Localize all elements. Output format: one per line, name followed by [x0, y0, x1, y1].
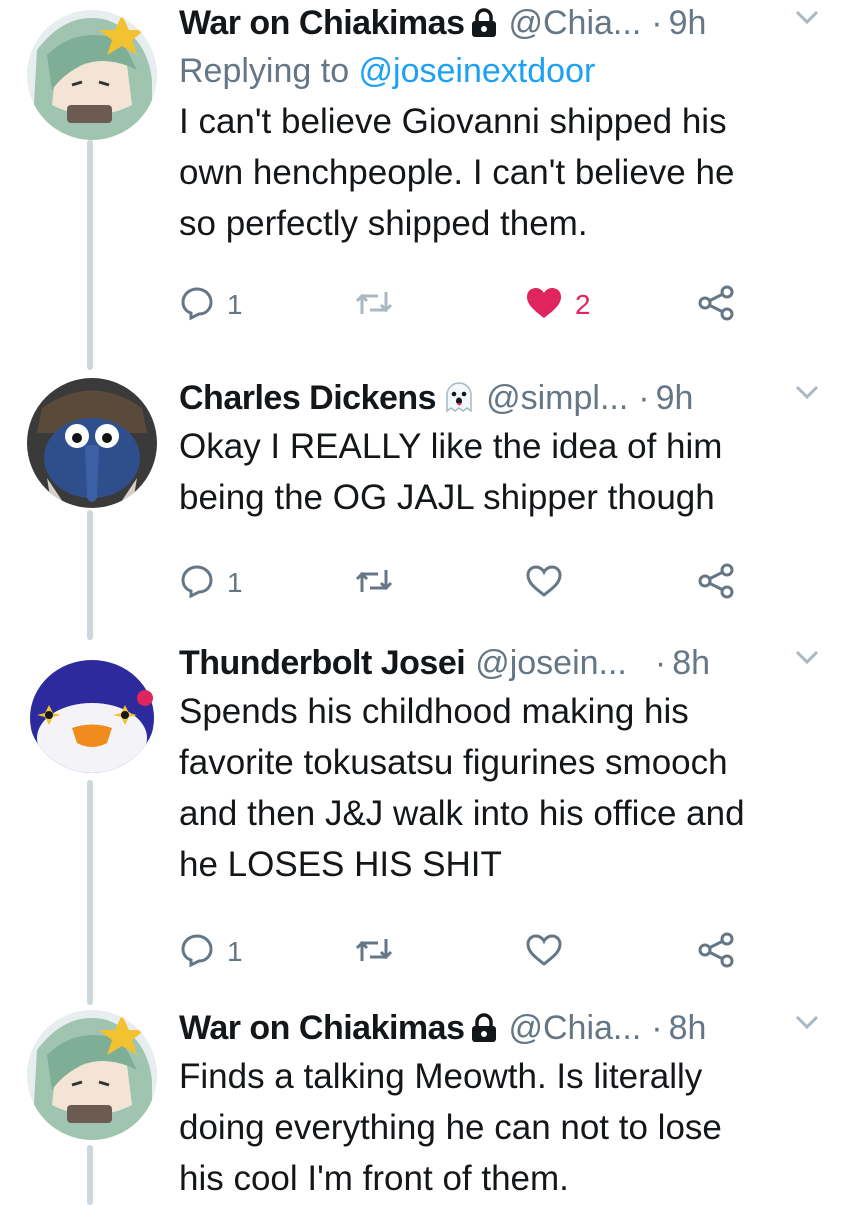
retweet-icon — [354, 935, 394, 970]
lock-icon — [470, 8, 498, 38]
author-handle[interactable]: @Chia... — [508, 1009, 641, 1048]
author-name[interactable]: Thunderbolt Josei — [179, 644, 466, 683]
tweet-header: Thunderbolt Josei @josein... · 8h — [179, 640, 824, 686]
retweet-button[interactable] — [354, 922, 406, 982]
share-button[interactable] — [697, 275, 735, 335]
tweet-text: Okay I REALLY like the idea of him being… — [179, 427, 723, 517]
timestamp[interactable]: 9h — [669, 4, 707, 43]
share-icon — [697, 285, 735, 326]
chevron-down-icon[interactable] — [794, 383, 820, 406]
reply-button[interactable]: 1 — [179, 553, 243, 613]
tweet-text: I can't believe Giovanni shipped his own… — [179, 102, 735, 243]
author-name[interactable]: Charles Dickens — [179, 379, 437, 418]
avatar[interactable] — [27, 1010, 157, 1140]
reply-icon — [179, 932, 215, 973]
replying-to: Replying to @joseinextdoor — [179, 52, 596, 90]
separator: · — [651, 3, 663, 42]
reply-icon — [179, 285, 215, 326]
timestamp[interactable]: 9h — [656, 379, 694, 418]
separator: · — [654, 643, 667, 682]
timestamp[interactable]: 8h — [669, 1009, 707, 1048]
separator: · — [651, 1008, 663, 1047]
share-button[interactable] — [697, 553, 735, 613]
reply-handle-link[interactable]: @joseinextdoor — [359, 52, 596, 90]
avatar[interactable] — [27, 643, 157, 773]
tweet-actions: 1 — [179, 922, 824, 982]
lock-icon — [470, 1013, 498, 1043]
author-handle[interactable]: @simpl... — [486, 379, 628, 418]
like-button[interactable] — [525, 922, 575, 982]
author-handle[interactable]: @Chia... — [508, 4, 641, 43]
thread-line — [87, 1145, 93, 1205]
share-icon — [697, 932, 735, 973]
chevron-down-icon[interactable] — [794, 8, 820, 31]
share-icon — [697, 563, 735, 604]
chevron-down-icon[interactable] — [794, 1013, 820, 1036]
avatar[interactable] — [27, 378, 157, 508]
reply-count: 1 — [227, 936, 243, 967]
heart-filled-icon — [525, 286, 563, 325]
tweet-header: War on Chiakimas @Chia... · 8h — [179, 1005, 824, 1051]
tweet-text: Spends his childhood making his favorite… — [179, 692, 745, 884]
thread-line — [87, 140, 93, 370]
separator: · — [638, 378, 650, 417]
ghost-emoji-icon — [442, 381, 476, 415]
share-button[interactable] — [697, 922, 735, 982]
retweet-button[interactable] — [354, 275, 406, 335]
retweet-icon — [354, 288, 394, 323]
like-count: 2 — [575, 289, 591, 320]
tweet-header: Charles Dickens @simpl... · 9h — [179, 375, 824, 421]
heart-outline-icon — [525, 564, 563, 603]
reply-button[interactable]: 1 — [179, 275, 243, 335]
reply-count: 1 — [227, 567, 243, 598]
tweet-actions: 1 2 — [179, 275, 824, 335]
tweet-header: War on Chiakimas @Chia... · 9h — [179, 0, 824, 46]
thread-line — [87, 510, 93, 640]
retweet-button[interactable] — [354, 553, 406, 613]
thread-line — [87, 780, 93, 1005]
author-handle[interactable]: @josein... — [475, 644, 627, 683]
author-name[interactable]: War on Chiakimas — [179, 4, 465, 43]
tweet-actions: 1 — [179, 553, 824, 613]
tweet-text: Finds a talking Meowth. Is literally doi… — [179, 1057, 722, 1198]
chevron-down-icon[interactable] — [794, 648, 820, 671]
like-button[interactable]: 2 — [525, 275, 591, 335]
avatar[interactable] — [27, 10, 157, 140]
timestamp[interactable]: 8h — [672, 644, 710, 683]
retweet-icon — [354, 566, 394, 601]
like-button[interactable] — [525, 553, 575, 613]
author-name[interactable]: War on Chiakimas — [179, 1009, 465, 1048]
reply-icon — [179, 563, 215, 604]
heart-outline-icon — [525, 933, 563, 972]
reply-button[interactable]: 1 — [179, 922, 243, 982]
reply-count: 1 — [227, 289, 243, 320]
